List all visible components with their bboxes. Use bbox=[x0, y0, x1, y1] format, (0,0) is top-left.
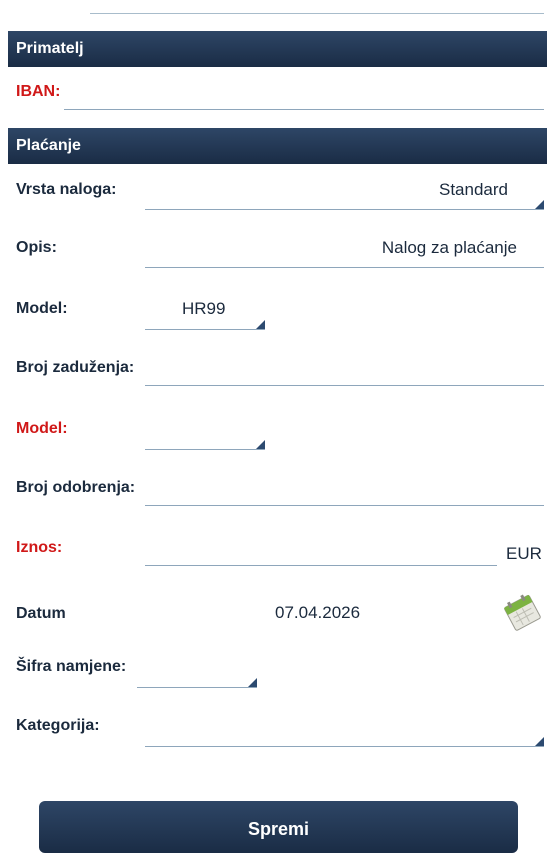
dropdown-triangle-icon bbox=[535, 737, 544, 746]
top-field-underline bbox=[90, 13, 544, 14]
iban-input[interactable] bbox=[64, 109, 544, 110]
sifra-namjene-label: Šifra namjene: bbox=[16, 658, 127, 675]
sifra-namjene-select[interactable] bbox=[137, 654, 257, 688]
vrsta-naloga-underline bbox=[145, 209, 544, 210]
section-header-placanje: Plaćanje bbox=[8, 128, 547, 164]
iznos-input[interactable] bbox=[145, 565, 497, 566]
model-odobrenja-underline bbox=[145, 449, 265, 450]
opis-underline bbox=[145, 267, 544, 268]
kategorija-underline bbox=[145, 746, 544, 747]
vrsta-naloga-value: Standard bbox=[439, 180, 508, 199]
dropdown-triangle-icon bbox=[256, 440, 265, 449]
opis-label: Opis: bbox=[16, 239, 57, 256]
opis-value: Nalog za plaćanje bbox=[381, 238, 517, 257]
dropdown-triangle-icon bbox=[248, 678, 257, 687]
section-header-primatelj: Primatelj bbox=[8, 31, 547, 67]
datum-label: Datum bbox=[16, 605, 66, 622]
model-odobrenja-label: Model: bbox=[16, 420, 68, 437]
broj-odobrenja-input[interactable] bbox=[145, 505, 544, 506]
dropdown-triangle-icon bbox=[535, 200, 544, 209]
model-zaduzenja-label: Model: bbox=[16, 300, 68, 317]
model-odobrenja-select[interactable] bbox=[145, 416, 265, 450]
model-zaduzenja-value: HR99 bbox=[182, 299, 226, 318]
save-button[interactable]: Spremi bbox=[39, 801, 518, 853]
dropdown-triangle-icon bbox=[256, 320, 265, 329]
broj-odobrenja-label: Broj odobrenja: bbox=[16, 479, 136, 496]
iznos-label: Iznos: bbox=[16, 539, 63, 556]
opis-input[interactable]: Nalog za plaćanje bbox=[145, 234, 544, 268]
datum-value[interactable]: 07.04.2026 bbox=[275, 603, 360, 623]
model-zaduzenja-underline bbox=[145, 329, 265, 330]
broj-zaduzenja-input[interactable] bbox=[145, 385, 544, 386]
vrsta-naloga-select[interactable]: Standard bbox=[145, 176, 544, 210]
broj-zaduzenja-label: Broj zaduženja: bbox=[16, 359, 135, 376]
vrsta-naloga-label: Vrsta naloga: bbox=[16, 181, 117, 198]
currency-label: EUR bbox=[506, 544, 542, 563]
kategorija-select[interactable] bbox=[145, 713, 544, 747]
kategorija-label: Kategorija: bbox=[16, 717, 100, 734]
model-zaduzenja-select[interactable]: HR99 bbox=[145, 296, 265, 330]
sifra-namjene-underline bbox=[137, 687, 257, 688]
calendar-icon[interactable] bbox=[501, 591, 543, 631]
iban-label: IBAN: bbox=[16, 83, 61, 100]
